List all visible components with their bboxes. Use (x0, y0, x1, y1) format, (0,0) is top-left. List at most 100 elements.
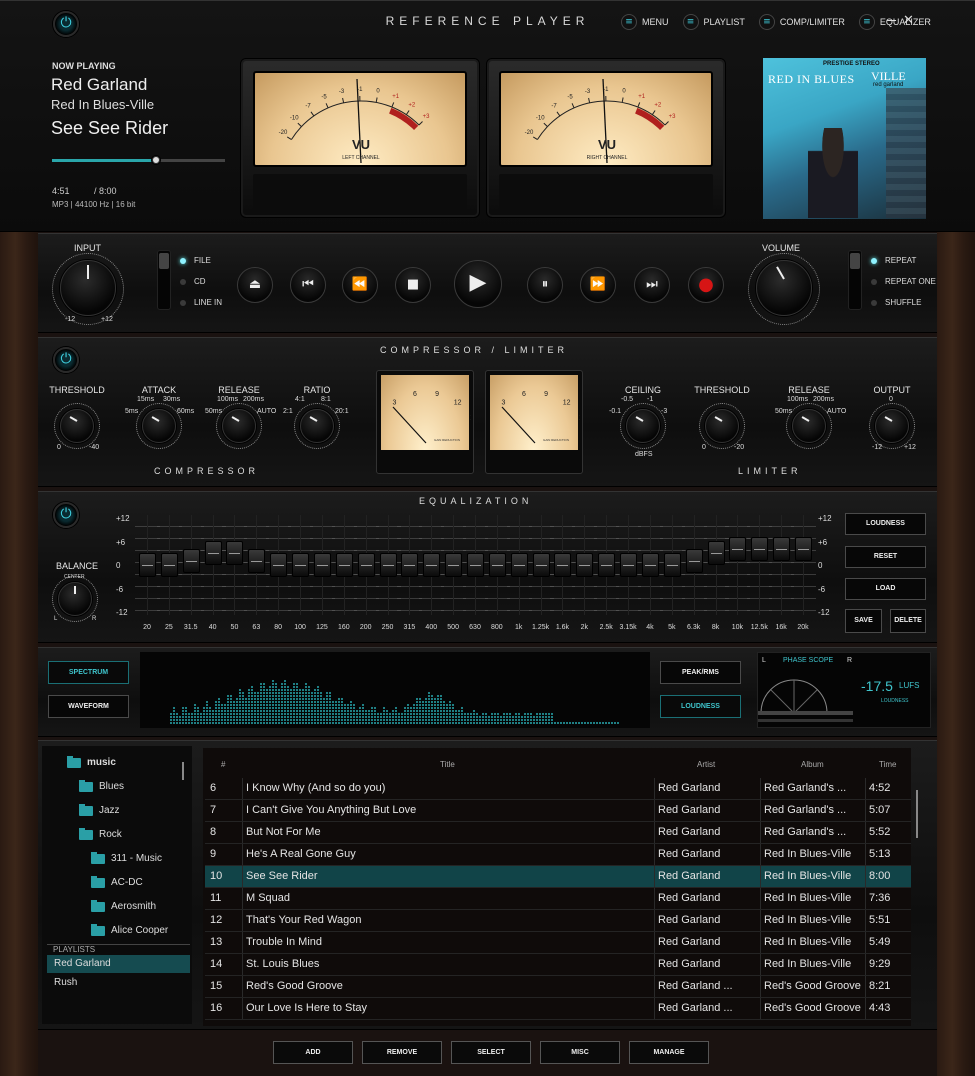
track-row[interactable]: 8 But Not For Me Red Garland Red Garland's … (205, 822, 911, 844)
track-row[interactable]: 14 St. Louis Blues Red Garland Red In Blues… (205, 954, 911, 976)
eq-slider-cap[interactable] (182, 549, 200, 574)
track-scrollbar[interactable] (916, 790, 918, 838)
eq-slider-cap[interactable] (226, 541, 244, 566)
tree-folder[interactable]: 311 - Music (91, 851, 162, 864)
eq-band[interactable] (725, 515, 751, 615)
fast-forward-button[interactable]: ⏩ (580, 267, 616, 303)
source-file[interactable]: FILE (180, 256, 211, 265)
loudness-button[interactable]: LOUDNESS (845, 513, 926, 535)
eq-slider-cap[interactable] (335, 553, 353, 577)
stop-button[interactable]: ■ (395, 267, 431, 303)
remove-button[interactable]: REMOVE (362, 1041, 442, 1064)
knob-lim-release[interactable] (792, 409, 826, 443)
eq-band[interactable] (331, 515, 357, 615)
track-row[interactable]: 10 See See Rider Red Garland Red In Blues-V… (205, 866, 911, 888)
mode-shuffle[interactable]: SHUFFLE (871, 298, 921, 307)
track-row[interactable]: 7 I Can't Give You Anything But Love Red G… (205, 800, 911, 822)
knob-ceiling[interactable] (626, 409, 660, 443)
knob-lim-threshold[interactable] (705, 409, 739, 443)
eq-band[interactable] (222, 515, 248, 615)
rewind-button[interactable]: ⏪ (342, 267, 378, 303)
spectrum-button[interactable]: SPECTRUM (48, 661, 129, 684)
eq-slider-cap[interactable] (620, 553, 638, 577)
eq-slider-cap[interactable] (270, 553, 288, 577)
select-button[interactable]: SELECT (451, 1041, 531, 1064)
tree-folder[interactable]: Aerosmith (91, 899, 156, 912)
minimize-button[interactable]: _ (887, 5, 896, 23)
eq-band[interactable] (397, 515, 423, 615)
delete-button[interactable]: DELETE (890, 609, 926, 633)
col-album[interactable]: Album (801, 760, 824, 769)
eq-slider-cap[interactable] (641, 553, 659, 577)
eq-slider-cap[interactable] (488, 553, 506, 577)
manage-button[interactable]: MANAGE (629, 1041, 709, 1064)
eq-slider-cap[interactable] (663, 553, 681, 577)
knob-release[interactable] (222, 409, 256, 443)
play-button[interactable]: ▶ (454, 260, 502, 308)
source-cd[interactable]: CD (180, 277, 206, 286)
tree-folder[interactable]: Rock (79, 827, 122, 840)
eq-band[interactable] (616, 515, 642, 615)
playlist-item[interactable]: Red Garland (47, 955, 190, 973)
seek-bar-knob[interactable] (151, 156, 160, 164)
eq-slider-cap[interactable] (598, 553, 616, 577)
load-button[interactable]: LOAD (845, 578, 926, 600)
eq-slider-cap[interactable] (467, 553, 484, 577)
col-title[interactable]: Title (440, 760, 455, 769)
tree-folder[interactable]: Blues (79, 779, 124, 792)
eq-band[interactable] (156, 515, 182, 615)
eq-slider-cap[interactable] (379, 553, 397, 577)
eq-slider-cap[interactable] (445, 553, 463, 577)
save-button[interactable]: SAVE (845, 609, 882, 633)
tree-scrollbar[interactable] (182, 762, 184, 780)
eq-slider-cap[interactable] (401, 553, 419, 577)
equalizer-power-icon[interactable] (53, 502, 79, 528)
eq-band[interactable] (594, 515, 620, 615)
eq-band[interactable] (135, 515, 160, 615)
mode-repeat[interactable]: REPEAT (871, 256, 916, 265)
eq-slider-cap[interactable] (248, 549, 266, 574)
col-time[interactable]: Time (879, 760, 896, 769)
eq-band[interactable] (769, 515, 795, 615)
eq-slider-cap[interactable] (204, 541, 222, 566)
tree-root[interactable]: music (67, 755, 116, 768)
eq-slider-cap[interactable] (554, 553, 572, 577)
tree-folder[interactable]: Alice Cooper (91, 923, 168, 936)
eq-slider-cap[interactable] (423, 553, 441, 577)
eq-slider-cap[interactable] (532, 553, 550, 577)
nav-playlist[interactable]: ≡ PLAYLIST (682, 14, 745, 30)
eq-slider-cap[interactable] (357, 553, 375, 577)
eq-band[interactable] (550, 515, 576, 615)
balance-knob[interactable] (58, 582, 92, 616)
knob-ratio[interactable] (300, 409, 334, 443)
track-row[interactable]: 9 He's A Real Gone Guy Red Garland Red In B… (205, 844, 911, 866)
mode-switch[interactable] (848, 250, 862, 310)
eq-slider-cap[interactable] (707, 541, 725, 566)
eq-band[interactable] (419, 515, 445, 615)
source-switch[interactable] (157, 250, 171, 310)
eq-slider-cap[interactable] (795, 537, 812, 562)
eq-slider-cap[interactable] (685, 549, 703, 574)
eq-band[interactable] (375, 515, 401, 615)
eq-band[interactable] (572, 515, 598, 615)
eq-slider-cap[interactable] (576, 553, 594, 577)
loudness-meter-button[interactable]: LOUDNESS (660, 695, 741, 718)
eq-band[interactable] (484, 515, 510, 615)
tree-folder[interactable]: AC-DC (91, 875, 143, 888)
eject-button[interactable]: ⏏ (237, 267, 273, 303)
track-row[interactable]: 16 Our Love Is Here to Stay Red Garland ..… (205, 998, 911, 1020)
eq-band[interactable] (178, 515, 204, 615)
next-track-button[interactable]: ⏭ (634, 267, 670, 303)
eq-band[interactable] (747, 515, 773, 615)
eq-slider-cap[interactable] (751, 537, 769, 562)
input-knob[interactable] (60, 260, 116, 316)
col-artist[interactable]: Artist (697, 760, 715, 769)
eq-slider-cap[interactable] (313, 553, 331, 577)
track-row[interactable]: 13 Trouble In Mind Red Garland Red In Blues… (205, 932, 911, 954)
eq-band[interactable] (288, 515, 314, 615)
misc-button[interactable]: MISC (540, 1041, 620, 1064)
knob-output[interactable] (875, 409, 909, 443)
eq-band[interactable] (441, 515, 467, 615)
track-row[interactable]: 12 That's Your Red Wagon Red Garland Red In… (205, 910, 911, 932)
source-line-in[interactable]: LINE IN (180, 298, 222, 307)
